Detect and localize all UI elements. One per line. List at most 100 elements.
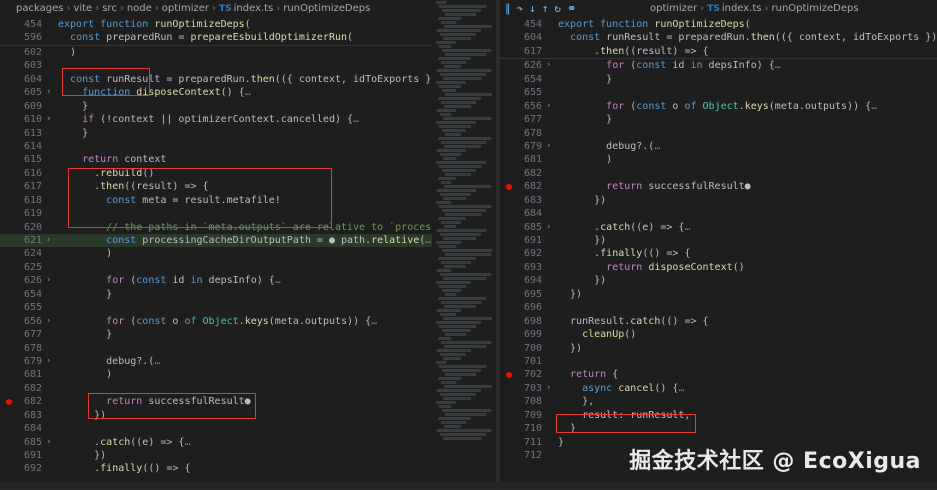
code-line[interactable]: 626 › for (const id in depsInfo) {… (500, 59, 937, 72)
breadcrumb-item[interactable]: index.ts (234, 3, 274, 14)
code-line[interactable]: 692 .finally(() => { (0, 462, 432, 475)
fold-chevron-icon[interactable]: › (46, 113, 51, 126)
code-line[interactable]: 619 (0, 207, 432, 220)
fold-chevron-icon[interactable]: › (546, 221, 551, 234)
code-line[interactable]: 679 › debug?.(… (500, 140, 937, 153)
code-line[interactable]: 682 (0, 382, 432, 395)
code-line[interactable]: 683 }) (0, 409, 432, 422)
fold-chevron-icon[interactable]: › (46, 436, 51, 449)
fold-chevron-icon[interactable]: › (46, 234, 51, 247)
breadcrumb-item[interactable]: vite (73, 3, 92, 14)
right-editor-pane[interactable]: optimizer › TS index.ts › runOptimizeDeps 454… (500, 0, 937, 490)
fold-chevron-icon[interactable]: › (46, 86, 51, 99)
code-line[interactable]: 695 }) (500, 288, 937, 301)
code-line[interactable]: 696 (500, 301, 937, 314)
breadcrumb-item[interactable]: optimizer (162, 3, 209, 14)
code-line[interactable]: 620 // the paths in `meta.outputs` are r… (0, 221, 432, 234)
code-line[interactable]: 621 › const processingCacheDirOutputPath … (0, 234, 432, 248)
code-line[interactable]: 617 .then((result) => { (0, 180, 432, 193)
breadcrumb-item[interactable]: node (127, 3, 152, 14)
code-line[interactable]: 656 › for (const o of Object.keys(meta.ou… (500, 100, 937, 113)
minimap[interactable] (432, 0, 492, 490)
step-into-icon[interactable]: ↓ (529, 2, 536, 15)
code-line[interactable]: 677 } (500, 113, 937, 126)
breadcrumb-item[interactable]: index.ts (722, 3, 762, 14)
code-line[interactable]: 618 const meta = result.metafile! (0, 194, 432, 207)
code-line[interactable]: 694 }) (500, 274, 937, 287)
code-area[interactable]: 626 › for (const id in depsInfo) {… 654 } 6… (500, 59, 937, 462)
code-line[interactable]: 655 (0, 301, 432, 314)
breadcrumb-item[interactable]: packages (16, 3, 63, 14)
code-line[interactable]: 692 .finally(() => { (500, 247, 937, 260)
code-line[interactable]: 454 export function runOptimizeDeps( (500, 18, 937, 31)
code-line[interactable]: 702 return { (500, 368, 937, 381)
fold-chevron-icon[interactable]: › (46, 315, 51, 328)
disconnect-icon[interactable]: ⚭ (567, 2, 576, 15)
code-line[interactable]: 682 return successfulResult● (0, 395, 432, 408)
code-line[interactable]: 681 ) (500, 153, 937, 166)
code-line[interactable]: 454 export function runOptimizeDeps( (0, 18, 432, 31)
code-line[interactable]: 682 return successfulResult● (500, 180, 937, 193)
code-line[interactable]: 679 › debug?.(… (0, 355, 432, 368)
code-line[interactable]: 609 } (0, 100, 432, 113)
code-line[interactable]: 626 › for (const id in depsInfo) {… (0, 274, 432, 287)
sticky-scroll-header[interactable]: 454 export function runOptimizeDeps(604 c… (500, 18, 937, 60)
code-line[interactable]: 615 return context (0, 153, 432, 166)
code-line[interactable]: 624 ) (0, 247, 432, 260)
code-line[interactable]: 602 ) (0, 46, 432, 59)
code-area[interactable]: 602 ) 603 604 const runResult = preparedRu… (0, 46, 432, 476)
code-line[interactable]: 691 }) (500, 234, 937, 247)
fold-chevron-icon[interactable]: › (546, 59, 551, 72)
fold-chevron-icon[interactable]: › (546, 382, 551, 395)
code-line[interactable]: 604 const runResult = preparedRun.then((… (0, 73, 432, 86)
code-line[interactable]: 655 (500, 86, 937, 99)
breadcrumb-item[interactable]: optimizer (650, 3, 697, 14)
code-line[interactable]: 681 ) (0, 368, 432, 381)
code-line[interactable]: 683 }) (500, 194, 937, 207)
code-line[interactable]: 625 (0, 261, 432, 274)
fold-chevron-icon[interactable]: › (546, 100, 551, 113)
code-line[interactable]: 685 › .catch((e) => {… (0, 436, 432, 449)
breadcrumb-item[interactable]: runOptimizeDeps (283, 3, 370, 14)
step-over-icon[interactable]: ↷ (517, 2, 524, 15)
fold-chevron-icon[interactable]: › (46, 274, 51, 287)
code-line[interactable]: 691 }) (0, 449, 432, 462)
code-line[interactable]: 709 result: runResult, (500, 409, 937, 422)
code-line[interactable]: 614 (0, 140, 432, 153)
code-line[interactable]: 684 (0, 422, 432, 435)
code-line[interactable]: 699 cleanUp() (500, 328, 937, 341)
code-line[interactable]: 678 (0, 342, 432, 355)
breadcrumb[interactable]: packages › vite › src › node › optimizer › TS index… (0, 0, 432, 18)
code-line[interactable]: 610 › if (!context || optimizerContext.ca… (0, 113, 432, 126)
code-line[interactable]: 684 (500, 207, 937, 220)
restart-icon[interactable]: ↻ (554, 2, 561, 15)
code-line[interactable]: 654 } (0, 288, 432, 301)
code-line[interactable]: 617 .then((result) => { (500, 45, 937, 58)
code-line[interactable]: 677 } (0, 328, 432, 341)
code-line[interactable]: 603 (0, 59, 432, 72)
breadcrumb-item[interactable]: runOptimizeDeps (772, 3, 859, 14)
step-out-icon[interactable]: ↑ (542, 2, 549, 15)
debug-toolbar[interactable]: ∥ ↷ ↓ ↑ ↻ ⚭ (505, 0, 581, 16)
code-line[interactable]: 596 const preparedRun = prepareEsbuildOp… (0, 31, 432, 44)
fold-chevron-icon[interactable]: › (46, 355, 51, 368)
fold-chevron-icon[interactable]: › (546, 140, 551, 153)
code-line[interactable]: 605 › function disposeContext() {… (0, 86, 432, 99)
code-line[interactable]: 685 › .catch((e) => {… (500, 221, 937, 234)
code-line[interactable]: 693 return disposeContext() (500, 261, 937, 274)
sticky-scroll-header[interactable]: 454 export function runOptimizeDeps(596 c… (0, 18, 432, 46)
code-line[interactable]: 604 const runResult = preparedRun.then((… (500, 31, 937, 44)
code-line[interactable]: 701 (500, 355, 937, 368)
code-line[interactable]: 654 } (500, 73, 937, 86)
breadcrumb-item[interactable]: src (102, 3, 117, 14)
code-line[interactable]: 710 } (500, 422, 937, 435)
code-line[interactable]: 708 }, (500, 395, 937, 408)
code-line[interactable]: 616 .rebuild() (0, 167, 432, 180)
left-editor-pane[interactable]: packages › vite › src › node › optimizer › TS index… (0, 0, 432, 490)
code-line[interactable]: 698 runResult.catch(() => { (500, 315, 937, 328)
code-line[interactable]: 700 }) (500, 342, 937, 355)
pause-icon[interactable]: ∥ (505, 2, 511, 15)
code-line[interactable]: 703 › async cancel() {… (500, 382, 937, 395)
panel-tab-bar[interactable] (0, 482, 937, 490)
code-line[interactable]: 613 } (0, 127, 432, 140)
